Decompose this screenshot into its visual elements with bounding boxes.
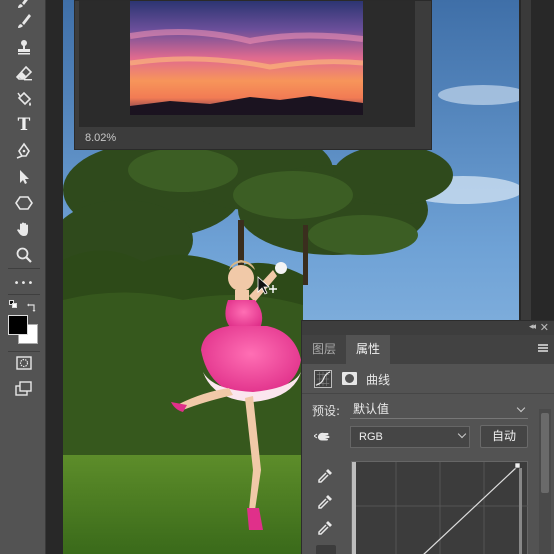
sunset-thumbnail [130,1,363,115]
channel-row: RGB 自动 [302,422,554,452]
black-point-eyedropper-icon[interactable] [316,467,334,485]
ellipsis-icon[interactable]: ••• [11,272,37,294]
adjustment-title: 曲线 [366,373,391,387]
screen-mode-icon[interactable] [11,378,37,400]
pen-icon[interactable] [11,140,37,162]
preview-canvas [79,1,415,127]
eraser-icon[interactable] [11,62,37,84]
preview-window[interactable]: 8.02% [74,0,432,150]
panel-scrollbar[interactable] [539,409,551,554]
white-point-eyedropper-icon[interactable] [316,519,334,537]
stamp-icon[interactable] [11,36,37,58]
targeted-adjustment-icon[interactable] [314,429,332,443]
channel-dropdown[interactable]: RGB [350,426,470,448]
magnifier-icon[interactable] [11,244,37,266]
arrow-icon[interactable] [11,166,37,188]
zoom-level: 8.02% [85,132,117,144]
hand-icon[interactable] [11,218,37,240]
properties-panel: ◂◂ ✕ 图层 属性 曲线 预设: 默认值 RGB 自动 [301,320,554,554]
preset-label: 预设: [312,404,341,418]
collapse-icon[interactable]: ◂◂ [529,322,536,332]
tab-properties[interactable]: 属性 [346,335,391,364]
curves-graph[interactable] [351,461,529,554]
foreground-color-swatch[interactable] [8,315,28,335]
tools-panel: T ••• [0,0,46,554]
edit-points-icon[interactable] [316,545,336,554]
brush-icon[interactable] [11,10,37,32]
panel-tabs: 图层 属性 [302,335,554,364]
move-cursor-icon [256,276,278,298]
panel-menu-icon[interactable] [538,344,548,352]
type-icon[interactable]: T [11,114,37,136]
panel-header: ◂◂ ✕ [302,321,554,335]
close-icon[interactable]: ✕ [540,321,549,334]
default-colors-icon[interactable] [9,300,17,308]
quick-mask-icon[interactable] [11,352,37,374]
mask-icon[interactable] [342,372,357,385]
tab-layers[interactable]: 图层 [302,335,346,364]
adjustment-header: 曲线 [302,364,554,394]
hexagon-icon[interactable] [11,192,37,214]
swap-colors-icon[interactable] [26,298,37,312]
paint-bucket-icon[interactable] [11,88,37,110]
auto-button[interactable]: 自动 [480,425,528,448]
curves-adjustment-icon[interactable] [314,370,332,388]
preset-dropdown[interactable]: 默认值 [350,401,528,419]
gray-point-eyedropper-icon[interactable] [316,493,334,511]
preset-row: 预设: 默认值 [302,400,554,422]
chevron-down-icon [457,429,467,439]
chevron-down-icon [516,403,526,413]
